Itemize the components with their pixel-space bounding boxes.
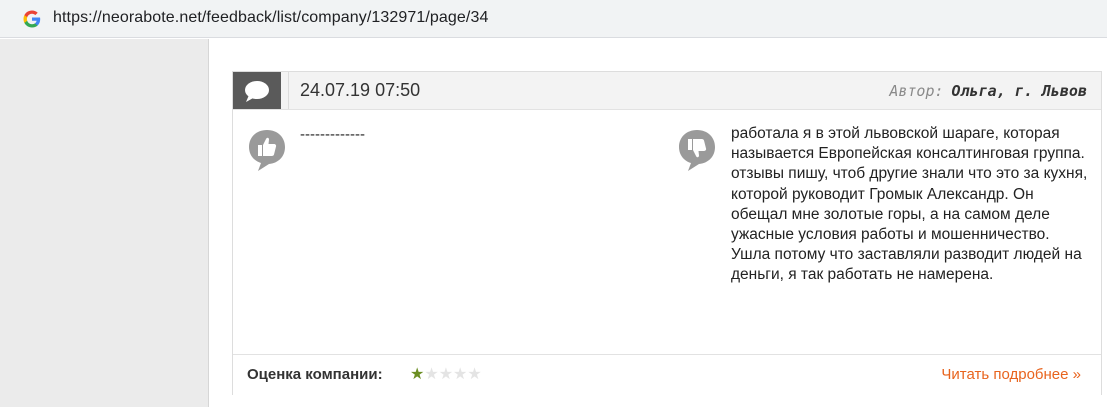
rating-stars: ★★★★★ [410, 364, 482, 384]
author-label: Автор: [889, 82, 944, 100]
review-author: Автор: Ольга, г. Львов [889, 82, 1087, 100]
header-divider [288, 72, 289, 109]
star-empty-icon: ★ [453, 364, 468, 383]
rating-label: Оценка компании: [247, 366, 383, 383]
left-sidebar [0, 39, 209, 407]
thumbs-up-icon [249, 130, 285, 171]
star-filled-icon: ★ [410, 364, 425, 383]
speech-bubble-icon [245, 81, 269, 102]
review-date: 24.07.19 07:50 [300, 80, 421, 100]
review-card: 24.07.19 07:50 Автор: Ольга, г. Львов ---… [232, 71, 1102, 395]
address-bar[interactable]: https://neorabote.net/feedback/list/comp… [0, 0, 1107, 38]
thumbs-down-icon [679, 130, 715, 171]
read-more-link[interactable]: Читать подробнее » [941, 366, 1081, 383]
review-header: 24.07.19 07:50 Автор: Ольга, г. Львов [233, 72, 1101, 110]
pros-text: ------------- [300, 126, 365, 143]
cons-text: работала я в этой львовской шараге, кото… [731, 125, 1088, 284]
comment-badge [233, 72, 281, 109]
review-footer: Оценка компании: ★★★★★ Читать подробнее … [233, 354, 1101, 395]
author-name: Ольга, г. Львов [951, 82, 1087, 100]
star-empty-icon: ★ [467, 364, 482, 383]
url-text[interactable]: https://neorabote.net/feedback/list/comp… [53, 9, 488, 27]
star-empty-icon: ★ [424, 364, 439, 383]
google-g-icon [23, 10, 41, 28]
star-empty-icon: ★ [438, 364, 454, 383]
